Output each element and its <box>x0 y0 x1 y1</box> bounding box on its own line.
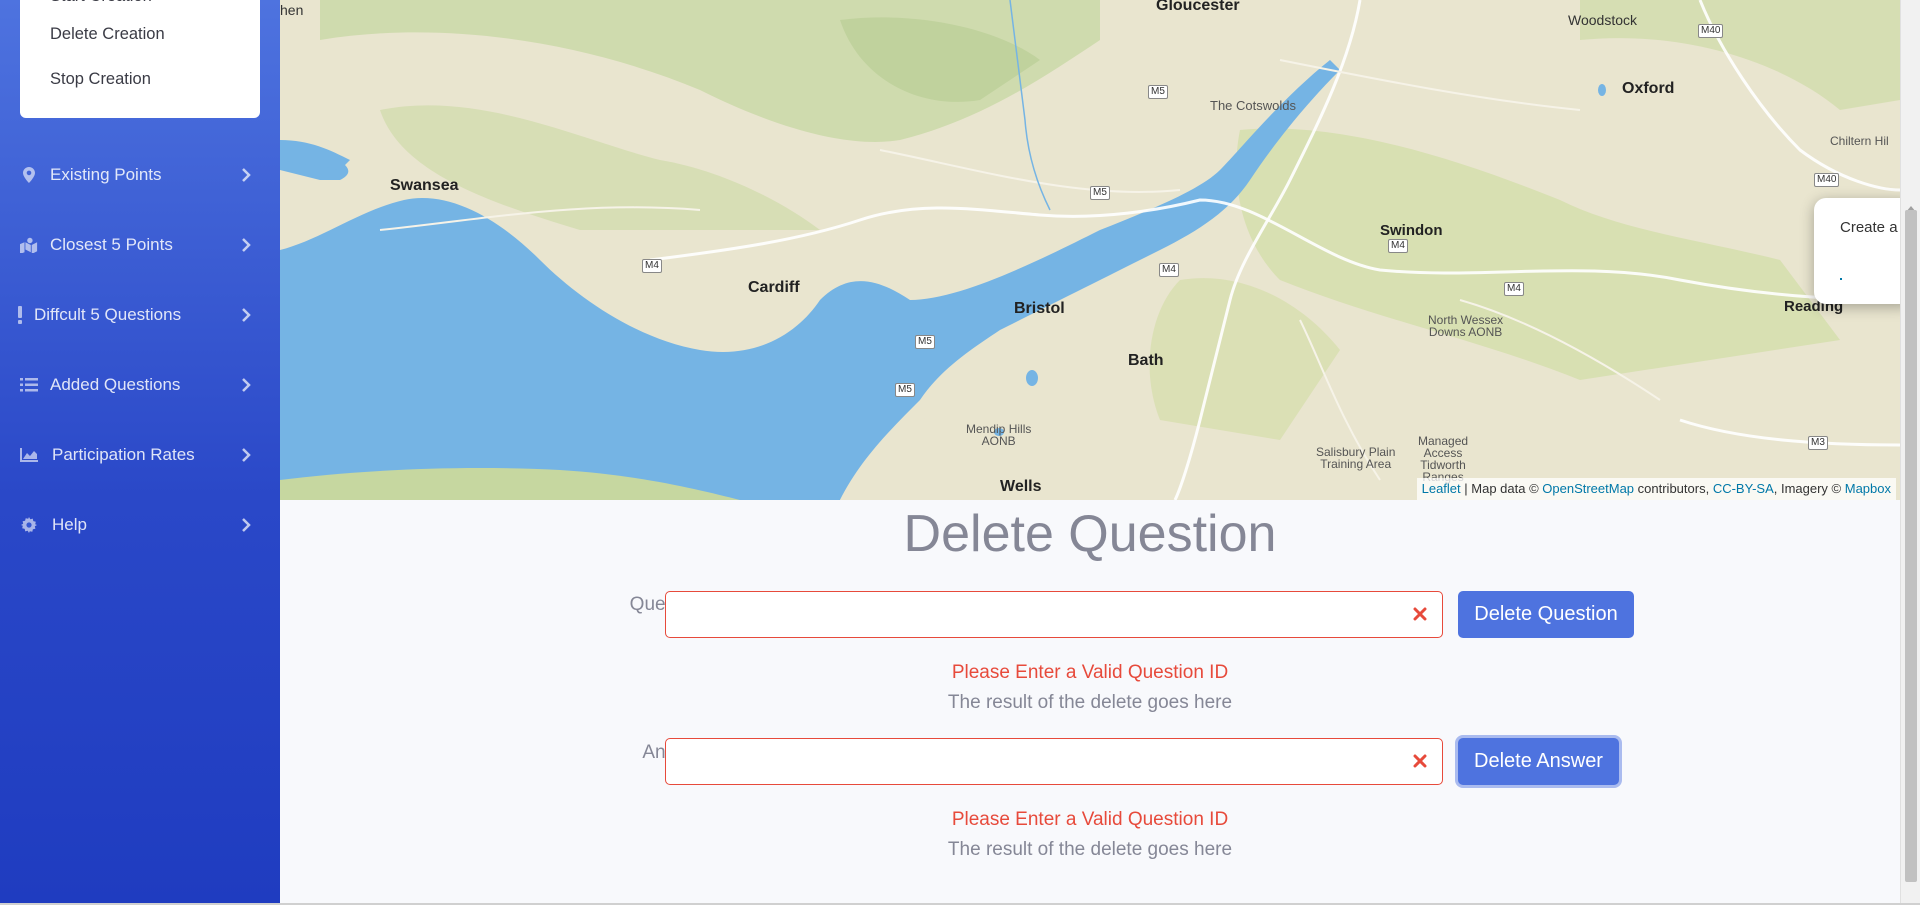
map-marked-icon <box>20 236 38 254</box>
sidebar: Start Creation Delete Creation Stop Crea… <box>0 0 280 905</box>
place-managed-access: Managed Access Tidworth Ranges <box>1418 434 1469 484</box>
road-shield: M4 <box>1504 282 1524 296</box>
road-shield: M5 <box>1148 85 1168 99</box>
place-wells: Wells <box>1000 478 1042 495</box>
area-chart-icon <box>20 446 38 464</box>
license-link[interactable]: CC-BY-SA <box>1713 481 1774 496</box>
submenu-item-start-creation[interactable]: Start Creation <box>20 0 260 12</box>
question-error-message: Please Enter a Valid Question ID <box>951 662 1229 683</box>
gear-icon <box>20 516 38 534</box>
place-mendip: Mendip Hills AONB <box>966 422 1032 448</box>
place-bath: Bath <box>1128 352 1164 369</box>
sidebar-item-closest-points[interactable]: Closest 5 Points <box>0 220 280 270</box>
road-shield: M5 <box>915 335 935 349</box>
place-bristol: Bristol <box>1014 300 1065 317</box>
answer-error-message: Please Enter a Valid Question ID <box>951 809 1229 830</box>
road-shield: M40 <box>1698 24 1724 38</box>
sidebar-item-existing-points[interactable]: Existing Points <box>0 150 280 200</box>
popup-text: Create a <box>1840 219 1898 236</box>
map[interactable]: Gloucester Woodstock Oxford The Cotswold… <box>280 0 1900 500</box>
delete-answer-button[interactable]: Delete Answer <box>1458 738 1619 785</box>
chevron-right-icon <box>238 307 254 323</box>
question-id-input[interactable] <box>665 591 1443 638</box>
map-popup[interactable]: Create a <box>1814 198 1900 304</box>
sidebar-item-label: Help <box>52 515 87 534</box>
sidebar-item-participation-rates[interactable]: Participation Rates <box>0 430 280 480</box>
place-cardiff: Cardiff <box>748 279 800 296</box>
chevron-right-icon <box>238 517 254 533</box>
answer-result-text: The result of the delete goes here <box>947 839 1233 860</box>
map-attribution: Leaflet | Map data © OpenStreetMap contr… <box>1416 478 1896 500</box>
road-shield: M4 <box>642 259 662 273</box>
question-result-text: The result of the delete goes here <box>947 692 1233 713</box>
sidebar-item-help[interactable]: Help <box>0 500 280 550</box>
chevron-right-icon <box>238 447 254 463</box>
road-shield: M40 <box>1814 173 1840 187</box>
creation-submenu: Start Creation Delete Creation Stop Crea… <box>20 0 260 118</box>
road-shield: M4 <box>1159 263 1179 277</box>
road-shield: M4 <box>1388 239 1408 253</box>
attribution-text: contributors, <box>1634 481 1713 496</box>
delete-question-button[interactable]: Delete Question <box>1458 591 1634 638</box>
submenu-item-delete-creation[interactable]: Delete Creation <box>20 12 260 57</box>
place-salisbury: Salisbury Plain Training Area <box>1316 445 1396 471</box>
answer-id-input[interactable] <box>665 738 1443 785</box>
place-swansea: Swansea <box>390 177 459 194</box>
popup-link-dot[interactable] <box>1840 278 1842 280</box>
exclamation-icon <box>14 306 26 324</box>
mapbox-link[interactable]: Mapbox <box>1845 481 1891 496</box>
scrollbar-thumb[interactable] <box>1905 210 1917 882</box>
chevron-right-icon <box>238 237 254 253</box>
chevron-right-icon <box>238 167 254 183</box>
submenu-item-stop-creation[interactable]: Stop Creation <box>20 57 260 102</box>
place-swindon: Swindon <box>1380 222 1443 239</box>
sidebar-item-difficult-questions[interactable]: Diffcult 5 Questions <box>0 290 280 340</box>
page-title: Delete Question <box>903 505 1277 563</box>
place-oxford: Oxford <box>1622 80 1675 97</box>
sidebar-item-label: Existing Points <box>50 165 162 184</box>
place-woodstock: Woodstock <box>1568 12 1637 28</box>
main-content: Delete Question Question ID Delete Quest… <box>280 500 1900 905</box>
place-the-cotswolds: The Cotswolds <box>1210 98 1296 113</box>
road-shield: M3 <box>1808 436 1828 450</box>
map-tiles[interactable] <box>280 0 1900 500</box>
leaflet-link[interactable]: Leaflet <box>1422 481 1461 496</box>
sidebar-item-label: Closest 5 Points <box>50 235 173 254</box>
page-scrollbar[interactable] <box>1900 0 1920 905</box>
place-hen: hen <box>280 2 304 18</box>
sidebar-item-added-questions[interactable]: Added Questions <box>0 360 280 410</box>
sidebar-item-label: Participation Rates <box>52 445 195 464</box>
place-gloucester: Gloucester <box>1156 0 1240 14</box>
place-north-wessex: North Wessex Downs AONB <box>1428 313 1504 339</box>
map-marker-icon <box>20 166 38 184</box>
openstreetmap-link[interactable]: OpenStreetMap <box>1542 481 1634 496</box>
attribution-text: | Map data © <box>1460 481 1543 496</box>
close-icon[interactable] <box>1410 751 1430 771</box>
close-icon[interactable] <box>1410 604 1430 624</box>
sidebar-item-label: Diffcult 5 Questions <box>34 305 182 324</box>
attribution-text: , Imagery © <box>1773 481 1845 496</box>
sidebar-item-label: Added Questions <box>50 375 181 394</box>
place-chiltern: Chiltern Hil <box>1830 134 1889 148</box>
road-shield: M5 <box>895 383 915 397</box>
chevron-right-icon <box>238 377 254 393</box>
list-icon <box>20 376 38 394</box>
road-shield: M5 <box>1090 186 1110 200</box>
